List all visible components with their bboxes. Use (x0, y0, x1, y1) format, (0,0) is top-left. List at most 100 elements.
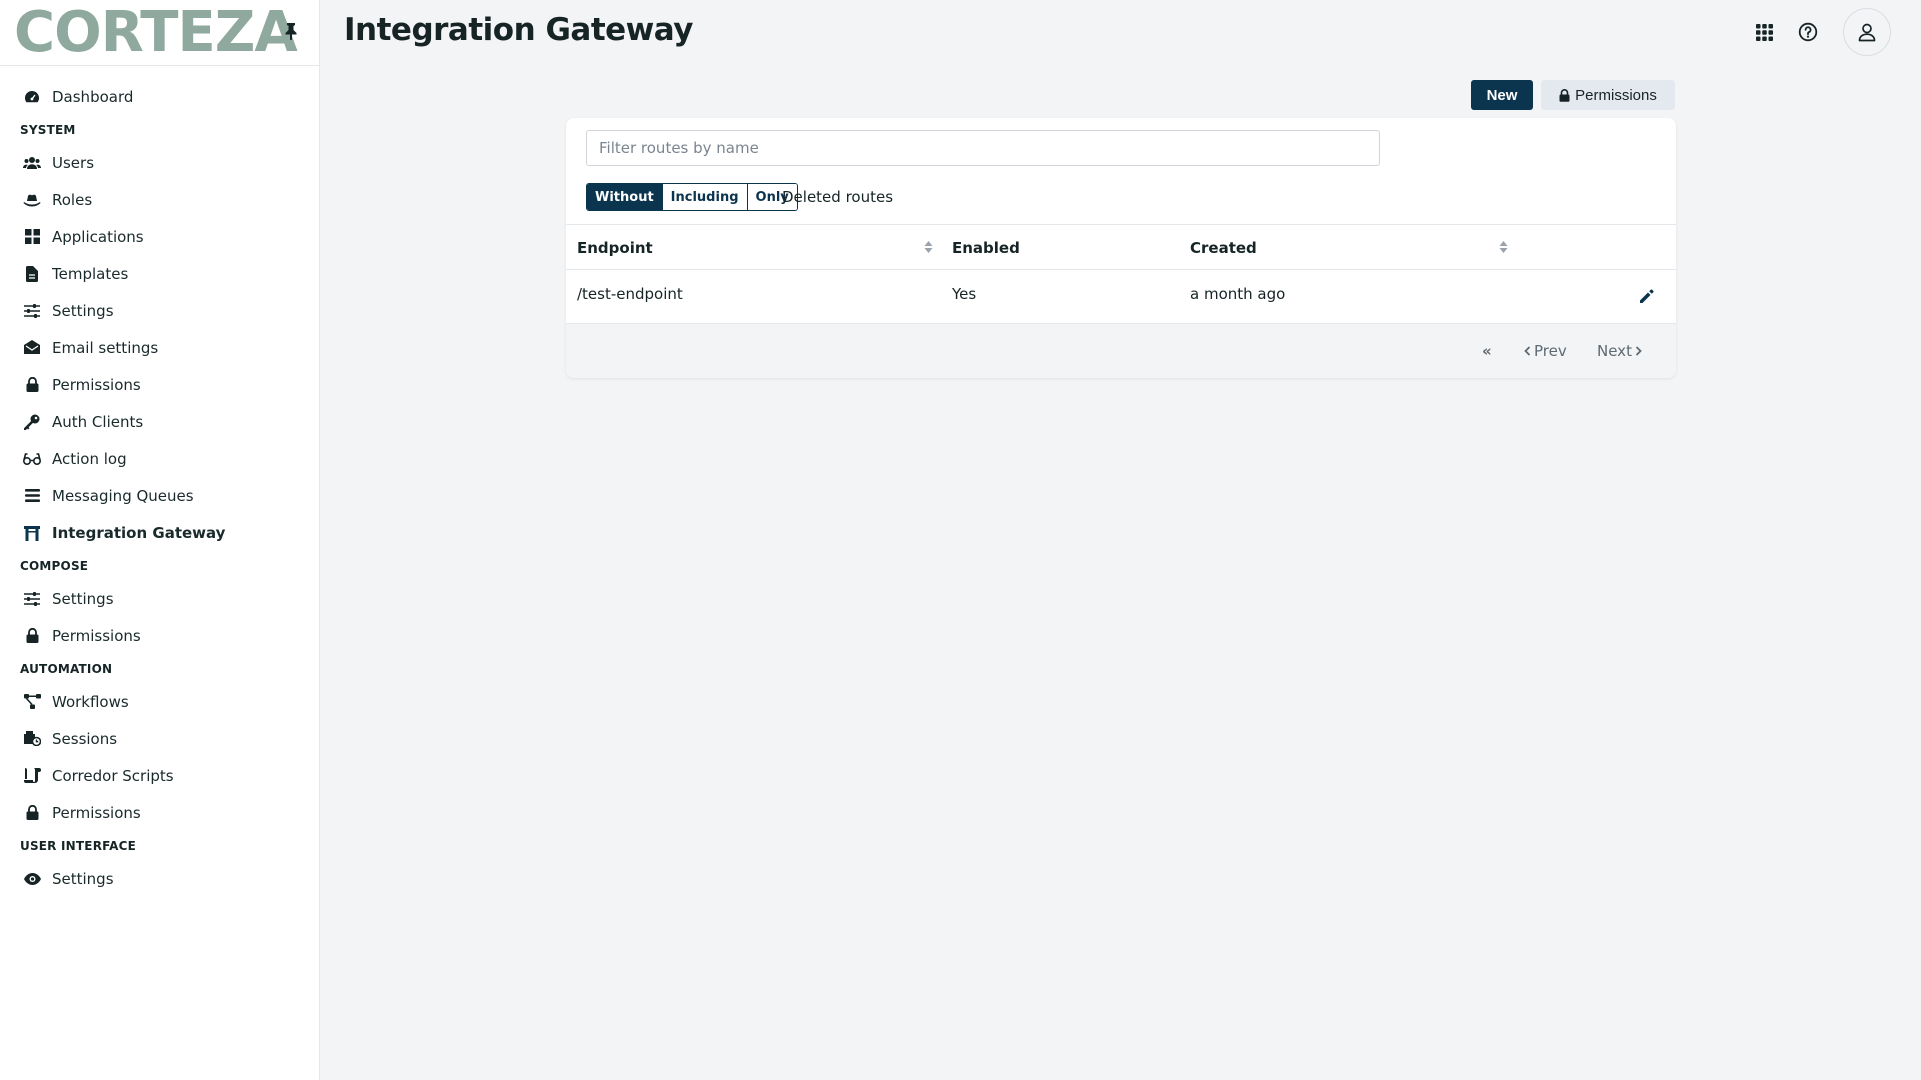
logo-row: CORTEZA (0, 0, 319, 66)
sidebar-item-label: Permissions (52, 375, 141, 394)
gateway-icon (22, 525, 42, 541)
enabled-cell: Yes (952, 285, 977, 303)
prev-page-button[interactable]: Prev (1524, 342, 1567, 360)
key-icon (22, 414, 42, 430)
first-page-button[interactable]: « (1482, 342, 1492, 360)
deleted-option-without[interactable]: Without (587, 184, 663, 210)
next-page-button[interactable]: Next (1597, 342, 1642, 360)
pagination: « Prev Next (566, 324, 1676, 378)
chevron-right-icon (1635, 346, 1642, 356)
sidebar-section-system: SYSTEM (20, 122, 76, 137)
sidebar-item-label: Action log (52, 449, 127, 468)
next-page-label: Next (1597, 342, 1632, 360)
scroll-icon (22, 768, 42, 784)
deleted-filter-toggle: Without Including Only (586, 183, 798, 211)
sidebar-item-label: Workflows (52, 692, 129, 711)
sidebar-item-label: Templates (52, 264, 129, 283)
dashboard-icon (22, 89, 42, 105)
sidebar-item-system-integration-gateway[interactable]: Integration Gateway (0, 514, 319, 551)
sessions-icon (22, 731, 42, 747)
corteza-logo[interactable]: CORTEZA (14, 4, 298, 61)
sidebar-section-user-interface: USER INTERFACE (20, 838, 137, 853)
hat-icon (22, 192, 42, 208)
sidebar-item-system-email-settings[interactable]: Email settings (0, 329, 319, 366)
workflow-icon (22, 694, 42, 710)
sidebar-item-label: Dashboard (52, 87, 134, 106)
sidebar-item-system-applications[interactable]: Applications (0, 218, 319, 255)
help-icon[interactable] (1795, 19, 1821, 45)
sidebar-item-automation-permissions[interactable]: Permissions (0, 794, 319, 831)
sliders-icon (22, 591, 42, 607)
page-title: Integration Gateway (344, 12, 693, 48)
sidebar-item-compose-permissions[interactable]: Permissions (0, 617, 319, 654)
sidebar-item-system-templates[interactable]: Templates (0, 255, 319, 292)
users-icon (22, 155, 42, 171)
sidebar-item-label: Users (52, 153, 95, 172)
sidebar-item-label: Settings (52, 869, 114, 888)
sidebar-item-label: Applications (52, 227, 144, 246)
deleted-routes-label: Deleted routes (782, 188, 894, 206)
sidebar-item-label: Email settings (52, 338, 159, 357)
apps-grid-icon[interactable] (1751, 19, 1777, 45)
sidebar-item-label: Auth Clients (52, 412, 144, 431)
sidebar-section-automation: AUTOMATION (20, 661, 113, 676)
sidebar-item-label: Sessions (52, 729, 118, 748)
table-row[interactable]: /test-endpoint Yes a month ago (566, 270, 1676, 324)
sidebar-item-label: Messaging Queues (52, 486, 194, 505)
created-cell: a month ago (1190, 285, 1286, 303)
lock-icon (22, 377, 42, 393)
sidebar-item-label: Settings (52, 589, 114, 608)
filter-routes-input[interactable] (586, 130, 1380, 166)
deleted-option-including[interactable]: Including (662, 184, 748, 210)
grid-icon (22, 229, 42, 245)
first-page-label: « (1482, 342, 1492, 360)
glasses-icon (22, 451, 42, 467)
sidebar-item-user-interface-settings[interactable]: Settings (0, 860, 319, 897)
sidebar-nav: Dashboard SYSTEM Users Roles Applications Tem… (0, 66, 319, 897)
sidebar: CORTEZA Dashboard SYSTEM Users Roles Applica… (0, 0, 320, 1080)
sidebar-item-system-settings[interactable]: Settings (0, 292, 319, 329)
table-header: Endpoint Enabled Created (566, 224, 1676, 270)
eye-icon (22, 871, 42, 887)
sidebar-item-automation-sessions[interactable]: Sessions (0, 720, 319, 757)
prev-page-label: Prev (1534, 342, 1567, 360)
sliders-icon (22, 303, 42, 319)
sidebar-item-system-action-log[interactable]: Action log (0, 440, 319, 477)
sidebar-item-system-messaging-queues[interactable]: Messaging Queues (0, 477, 319, 514)
sort-icon[interactable] (924, 240, 933, 254)
sidebar-item-system-permissions[interactable]: Permissions (0, 366, 319, 403)
sidebar-item-automation-corredor-scripts[interactable]: Corredor Scripts (0, 757, 319, 794)
sidebar-item-dashboard[interactable]: Dashboard (0, 78, 319, 115)
lock-icon (1559, 88, 1570, 102)
pin-icon[interactable] (283, 22, 299, 40)
sidebar-item-label: Integration Gateway (52, 523, 226, 542)
endpoint-cell: /test-endpoint (577, 285, 683, 303)
sidebar-section-compose: COMPOSE (20, 558, 89, 573)
chevron-left-icon (1524, 346, 1531, 356)
column-created[interactable]: Created (1190, 239, 1257, 257)
sidebar-item-system-auth-clients[interactable]: Auth Clients (0, 403, 319, 440)
top-bar-icons (1751, 8, 1891, 56)
routes-card: Without Including Only Deleted routes En… (566, 118, 1676, 378)
new-route-button[interactable]: New (1471, 80, 1533, 110)
user-avatar[interactable] (1843, 8, 1891, 56)
edit-pencil-icon[interactable] (1638, 287, 1656, 305)
sort-icon[interactable] (1499, 240, 1508, 254)
sidebar-item-label: Settings (52, 301, 114, 320)
sidebar-item-label: Corredor Scripts (52, 766, 174, 785)
column-endpoint[interactable]: Endpoint (577, 239, 653, 257)
user-icon (1858, 23, 1876, 42)
envelope-icon (22, 340, 42, 356)
sidebar-item-compose-settings[interactable]: Settings (0, 580, 319, 617)
queue-icon (22, 488, 42, 504)
permissions-button-label: Permissions (1575, 86, 1657, 104)
permissions-button[interactable]: Permissions (1541, 80, 1675, 110)
sidebar-item-system-users[interactable]: Users (0, 144, 319, 181)
sidebar-item-label: Roles (52, 190, 93, 209)
lock-icon (22, 628, 42, 644)
sidebar-item-label: Permissions (52, 803, 141, 822)
column-enabled: Enabled (952, 239, 1020, 257)
sidebar-item-system-roles[interactable]: Roles (0, 181, 319, 218)
sidebar-item-automation-workflows[interactable]: Workflows (0, 683, 319, 720)
sidebar-item-label: Permissions (52, 626, 141, 645)
